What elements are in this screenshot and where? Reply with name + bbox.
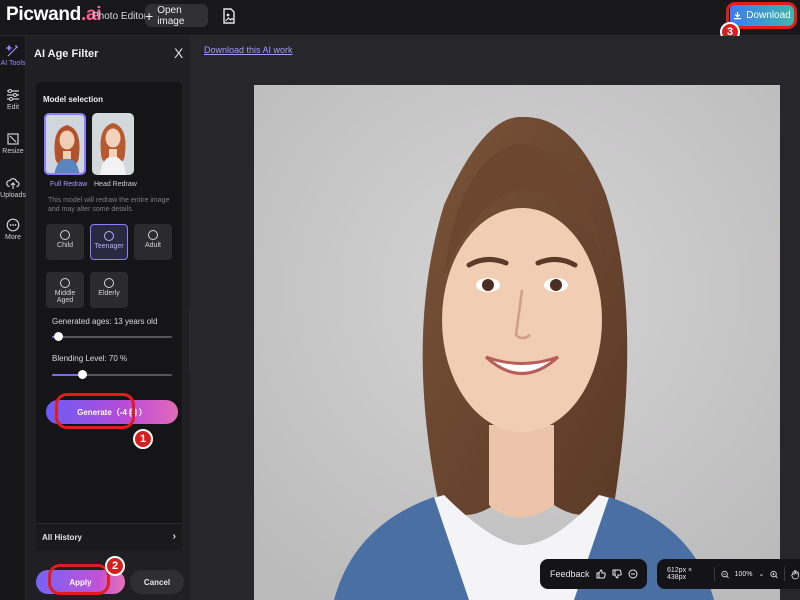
app-title: Photo Editor [92,11,148,22]
model-option-full-redraw[interactable] [44,113,86,175]
download-ai-work-link[interactable]: Download this AI work [204,45,293,55]
zoom-bar: 612px × 438px 100% ⌄ [657,559,800,589]
zoom-in-icon[interactable] [770,570,779,579]
rail-item-uploads[interactable]: Uploads [0,176,26,199]
generated-ages-thumb[interactable] [54,332,63,341]
blending-level-label: Blending Level: 70 % [52,354,128,363]
top-bar: Picwand.ai Photo Editor + Open image Dow… [0,0,800,36]
rail-item-more[interactable]: More [0,218,26,241]
step-badge-2: 2 [105,556,125,576]
result-portrait-image [254,85,780,600]
upload-cloud-icon [6,178,20,189]
age-option-teenager[interactable]: Teenager [90,224,128,260]
model-section-label: Model selection [43,95,104,104]
rail-item-resize[interactable]: Resize [0,132,26,155]
all-history-label: All History [42,533,83,542]
feedback-label: Feedback [550,569,590,579]
workspace: Download this AI work Feedback 612px × 4… [190,36,800,600]
picwand-logo[interactable]: Picwand.ai [6,4,102,26]
face-icon [60,278,70,288]
feedback-bar: Feedback [540,559,647,589]
file-image-icon[interactable] [222,8,236,24]
face-icon [148,230,158,240]
open-image-label: Open image [157,4,185,27]
open-image-button[interactable]: + Open image [145,4,208,27]
step-badge-1: 1 [133,429,153,449]
age-option-middle-aged[interactable]: Middle Aged [46,272,84,308]
annotation-highlight-generate [55,393,135,429]
face-icon [104,231,114,241]
zoom-out-icon[interactable] [721,570,729,579]
generated-ages-label: Generated ages: 13 years old [52,317,158,326]
model-thumbnail-head-redraw [92,113,134,175]
model-thumbnail-full-redraw [46,115,84,173]
rail-item-ai-tools[interactable]: AI Tools [0,44,26,67]
panel-title: AI Age Filter [34,48,99,60]
thumbs-up-icon[interactable] [596,569,606,579]
hand-pan-icon[interactable] [791,569,800,580]
model-description: This model will redraw the entire image … [48,197,170,213]
model-option-head-redraw[interactable] [92,113,134,175]
plus-icon: + [145,7,154,24]
comment-icon[interactable] [628,569,638,579]
age-option-child[interactable]: Child [46,224,84,260]
sliders-icon [7,89,19,101]
divider [713,567,715,581]
model-label-full-redraw: Full Redraw [50,181,88,188]
all-history-row[interactable]: All History › [36,523,182,551]
age-option-adult[interactable]: Adult [134,224,172,260]
face-icon [60,230,70,240]
left-rail: AI Tools Edit Resize Uploads More [0,36,26,600]
close-icon[interactable]: X [174,45,183,61]
chevron-down-icon[interactable]: ⌄ [758,570,764,578]
chevron-right-icon: › [172,531,176,542]
divider [784,567,786,581]
cancel-button[interactable]: Cancel [130,570,184,594]
annotation-highlight-apply [48,564,110,595]
blending-level-slider[interactable] [52,370,172,379]
more-icon [6,218,20,232]
blending-level-thumb[interactable] [78,370,87,379]
age-option-elderly[interactable]: Elderly [90,272,128,308]
thumbs-down-icon[interactable] [612,569,622,579]
resize-icon [7,133,19,145]
zoom-level[interactable]: 100% [735,571,753,578]
ai-tools-icon [6,44,18,57]
image-canvas[interactable] [254,85,780,600]
generated-ages-slider[interactable] [52,332,172,341]
age-filter-panel: AI Age Filter X Model selection Full Red… [26,36,190,600]
settings-card: Model selection Full Redraw Head Redraw … [36,82,182,551]
face-icon [104,278,114,288]
rail-item-edit[interactable]: Edit [0,88,26,111]
cancel-label: Cancel [143,577,171,587]
generate-label-suffix: ） [138,407,147,417]
image-size: 612px × 438px [667,567,693,581]
model-label-head-redraw: Head Redraw [94,181,137,188]
